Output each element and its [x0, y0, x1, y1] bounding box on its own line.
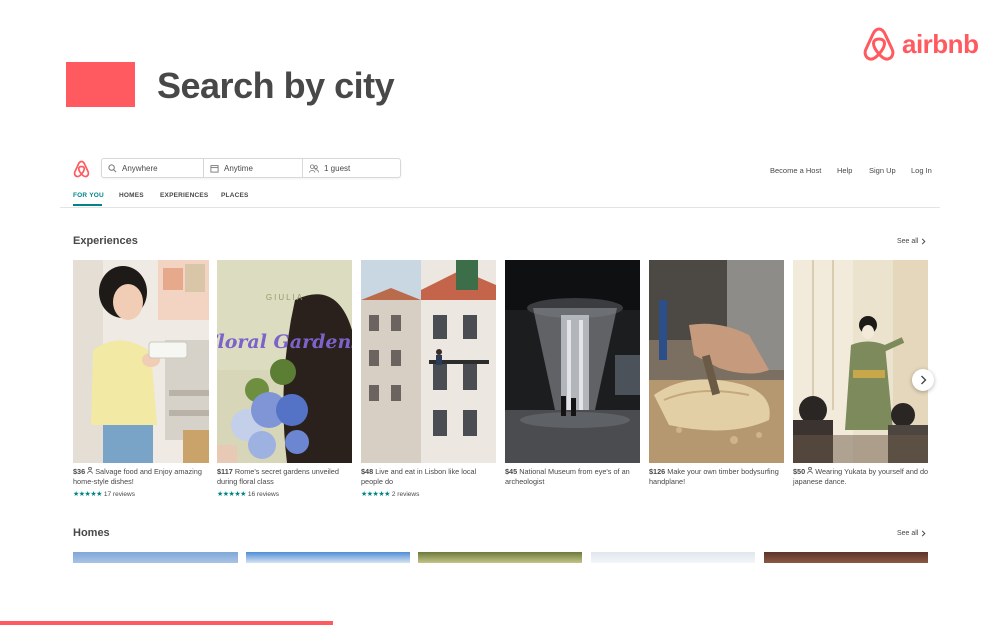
price: $36 — [73, 467, 86, 476]
experience-card-image-5[interactable] — [649, 260, 784, 463]
experience-card-image-3[interactable] — [361, 260, 496, 463]
stars: ★★★★★ — [361, 491, 390, 498]
calendar-icon — [210, 164, 219, 173]
where-value: Anywhere — [122, 163, 158, 173]
home-card-image-1[interactable] — [73, 552, 238, 563]
see-all-label: See all — [897, 530, 919, 537]
accent-square — [66, 62, 135, 107]
home-card-image-5[interactable] — [764, 552, 928, 563]
experience-card-text-2[interactable]: $117 Rome's secret gardens unveiled duri… — [217, 467, 355, 486]
search-icon — [108, 163, 117, 172]
stars: ★★★★★ — [217, 491, 246, 498]
help-link[interactable]: Help — [837, 166, 852, 175]
home-card-image-4[interactable] — [591, 552, 755, 563]
photo-lisbon — [361, 260, 496, 463]
guests-field[interactable]: 1 guest — [302, 159, 400, 177]
experience-card-text-1[interactable]: $36 Salvage food and Enjoy amazing home-s… — [73, 466, 211, 486]
slide-title: Search by city — [157, 65, 395, 106]
brand-wordmark: airbnb — [902, 28, 979, 59]
review-count: 2 reviews — [391, 490, 420, 498]
header-divider — [60, 207, 940, 208]
tab-experiences[interactable]: EXPERIENCES — [160, 192, 208, 199]
experience-card-text-5[interactable]: $126 Make your own timber bodysurfing ha… — [649, 467, 787, 486]
experiences-see-all-link[interactable]: See all — [897, 238, 926, 245]
log-in-link[interactable]: Log In — [911, 166, 932, 175]
homes-title: Homes — [73, 527, 110, 539]
guests-icon — [309, 163, 319, 173]
photo-salvage-food — [73, 260, 209, 463]
review-count: 17 reviews — [103, 490, 135, 498]
airbnb-belo-icon — [73, 160, 90, 178]
experience-card-text-6[interactable]: $50 Wearing Yukata by yourself and do jap… — [793, 466, 931, 486]
rating: ★★★★★ 2 reviews — [361, 490, 420, 499]
experience-card-text-4[interactable]: $45 National Museum from eye's of an arc… — [505, 467, 643, 486]
review-count: 16 reviews — [247, 490, 279, 498]
app-logo[interactable] — [73, 160, 90, 183]
guests-value: 1 guest — [324, 163, 351, 173]
chevron-right-icon — [920, 375, 926, 385]
experience-card-image-2[interactable]: GIULIA Floral Gardens — [217, 260, 352, 463]
price: $48 — [361, 467, 374, 476]
experience-card-image-6[interactable] — [793, 260, 928, 463]
description: Make your own timber bodysurfing handpla… — [649, 467, 779, 486]
become-host-link[interactable]: Become a Host — [770, 166, 821, 175]
photo-timber-handplane — [649, 260, 784, 463]
home-card-image-2[interactable] — [246, 552, 410, 563]
description: National Museum from eye's of an archeol… — [505, 467, 630, 486]
experience-card-image-1[interactable] — [73, 260, 209, 463]
price: $45 — [505, 467, 518, 476]
experience-card-image-4[interactable] — [505, 260, 640, 463]
description: Live and eat in Lisbon like local people… — [361, 467, 477, 486]
carousel-next-button[interactable] — [912, 369, 934, 391]
person-icon — [87, 466, 93, 474]
see-all-label: See all — [897, 238, 919, 245]
price: $117 — [217, 467, 233, 476]
homes-see-all-link[interactable]: See all — [897, 530, 926, 537]
description: Wearing Yukata by yourself and do japane… — [793, 467, 929, 486]
photo-floral-gardens: GIULIA Floral Gardens — [217, 260, 352, 463]
bottom-accent-bar — [0, 621, 333, 625]
price: $126 — [649, 467, 666, 476]
photo-japanese-dance — [793, 260, 928, 463]
where-field[interactable]: Anywhere — [102, 159, 203, 177]
tab-places[interactable]: PLACES — [221, 192, 249, 199]
description: Rome's secret gardens unveiled during fl… — [217, 467, 339, 486]
airbnb-brand-logo: airbnb — [862, 26, 979, 62]
photo-national-museum — [505, 260, 640, 463]
rating: ★★★★★ 16 reviews — [217, 490, 279, 499]
stars: ★★★★★ — [73, 491, 102, 498]
date-value: Anytime — [224, 163, 253, 173]
rating: ★★★★★ 17 reviews — [73, 490, 135, 499]
experiences-title: Experiences — [73, 235, 138, 247]
chevron-right-icon — [922, 238, 926, 245]
tab-homes[interactable]: HOMES — [119, 192, 144, 199]
home-card-image-3[interactable] — [418, 552, 582, 563]
experience-card-text-3[interactable]: $48 Live and eat in Lisbon like local pe… — [361, 467, 499, 486]
chevron-right-icon — [922, 530, 926, 537]
search-bar[interactable]: Anywhere Anytime 1 guest — [101, 158, 401, 178]
active-tab-indicator — [73, 204, 102, 206]
date-field[interactable]: Anytime — [203, 159, 302, 177]
price: $50 — [793, 467, 806, 476]
person-icon — [807, 466, 813, 474]
poster-name: GIULIA — [266, 293, 304, 302]
sign-up-link[interactable]: Sign Up — [869, 166, 896, 175]
tab-for-you[interactable]: FOR YOU — [73, 192, 104, 199]
poster-title: Floral Gardens — [217, 331, 352, 353]
airbnb-belo-icon — [863, 27, 895, 61]
